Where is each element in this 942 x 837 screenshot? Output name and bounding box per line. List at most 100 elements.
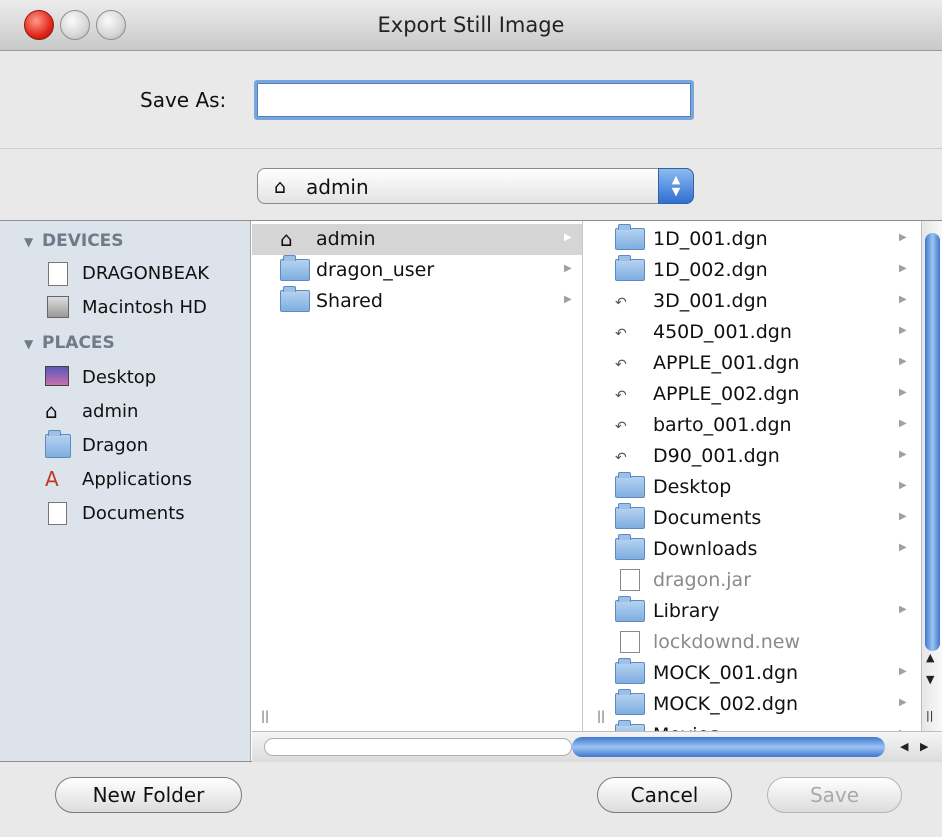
chevron-right-icon: ▶: [899, 604, 907, 615]
chevron-right-icon: ▶: [899, 480, 907, 491]
alias-icon: ↶: [615, 450, 627, 466]
devices-header[interactable]: ▼ DEVICES: [24, 231, 124, 251]
sidebar-item-label: Applications: [82, 469, 192, 490]
list-item[interactable]: ↶ 450D_001.dgn ▶: [583, 317, 921, 348]
chevron-right-icon: ▶: [899, 511, 907, 522]
scroll-right-arrow-icon[interactable]: ▶: [920, 740, 928, 753]
chevron-right-icon: ▶: [899, 449, 907, 460]
chevron-right-icon: ▶: [899, 232, 907, 243]
column-resize-handle[interactable]: ||: [926, 709, 933, 722]
list-item[interactable]: dragon.jar: [583, 565, 921, 596]
list-item-label: Library: [653, 600, 720, 622]
chevron-right-icon: ▶: [899, 542, 907, 553]
scroll-left-arrow-icon[interactable]: ◀: [900, 740, 908, 753]
documents-icon: [45, 502, 71, 526]
chevron-right-icon: ▶: [899, 418, 907, 429]
sidebar-item-label: Documents: [82, 503, 185, 524]
column-home: ⌂ admin ▶ dragon_user ▶ Shared ▶: [252, 221, 583, 731]
disclosure-triangle-icon: ▼: [24, 235, 34, 249]
chevron-right-icon: ▶: [564, 232, 572, 243]
list-item[interactable]: dragon_user ▶: [252, 255, 582, 286]
list-item-label: admin: [316, 228, 376, 250]
folder-icon: [615, 689, 645, 715]
title-bar[interactable]: Export Still Image: [0, 0, 942, 51]
alias-icon: ↶: [615, 388, 627, 404]
alias-icon: ↶: [615, 419, 627, 435]
list-item[interactable]: Shared ▶: [252, 286, 582, 317]
column-admin: 1D_001.dgn ▶ 1D_002.dgn ▶ ↶ 3D_001.dgn ▶ ↶ 450D_…: [583, 221, 921, 731]
documents-folder-icon: [615, 503, 645, 529]
list-item[interactable]: 1D_001.dgn ▶: [583, 224, 921, 255]
home-icon: ⌂: [45, 399, 58, 423]
cancel-button[interactable]: Cancel: [597, 777, 732, 813]
list-item[interactable]: 1D_002.dgn ▶: [583, 255, 921, 286]
list-item-label: 1D_001.dgn: [653, 228, 768, 250]
alias-icon: ↶: [615, 326, 627, 342]
list-item[interactable]: ↶ APPLE_002.dgn ▶: [583, 379, 921, 410]
list-item[interactable]: ↶ barto_001.dgn ▶: [583, 410, 921, 441]
column-resize-handle[interactable]: ||: [597, 709, 605, 723]
column-resize-handle[interactable]: ||: [261, 709, 269, 723]
disclosure-triangle-icon: ▼: [24, 337, 34, 351]
library-folder-icon: [615, 596, 645, 622]
chevron-right-icon: ▶: [564, 294, 572, 305]
list-item[interactable]: ↶ APPLE_001.dgn ▶: [583, 348, 921, 379]
list-item-label: Documents: [653, 507, 762, 529]
movies-folder-icon: [615, 720, 645, 731]
list-item-label: Movies: [653, 724, 719, 731]
folder-icon: [615, 255, 645, 281]
horizontal-scroll-thumb[interactable]: [572, 737, 885, 757]
removable-disk-icon: [45, 262, 71, 286]
list-item-label: 3D_001.dgn: [653, 290, 768, 312]
folder-icon: [280, 255, 310, 281]
location-label: admin: [306, 175, 369, 199]
desktop-folder-icon: [615, 472, 645, 498]
list-item-label: APPLE_002.dgn: [653, 383, 800, 405]
location-popup[interactable]: ⌂ admin ▲ ▼: [257, 168, 694, 204]
vertical-scroll-thumb[interactable]: [925, 233, 940, 651]
save-button[interactable]: Save: [767, 777, 902, 813]
save-as-input[interactable]: [254, 80, 694, 120]
list-item[interactable]: ↶ D90_001.dgn ▶: [583, 441, 921, 472]
list-item[interactable]: Documents ▶: [583, 503, 921, 534]
list-item[interactable]: lockdownd.new: [583, 627, 921, 658]
list-item[interactable]: Library ▶: [583, 596, 921, 627]
list-item-label: 1D_002.dgn: [653, 259, 768, 281]
list-item[interactable]: MOCK_002.dgn ▶: [583, 689, 921, 720]
list-item-label: Shared: [316, 290, 383, 312]
list-item-label: barto_001.dgn: [653, 414, 792, 436]
list-item[interactable]: ⌂ admin ▶: [252, 224, 582, 255]
scroll-down-arrow-icon[interactable]: ▼: [926, 673, 934, 686]
applications-icon: A: [45, 467, 59, 491]
sidebar-item-label: Desktop: [82, 367, 157, 388]
list-item-label: MOCK_002.dgn: [653, 693, 799, 715]
chevron-right-icon: ▶: [899, 325, 907, 336]
sidebar-item-label: Dragon: [82, 435, 149, 456]
save-as-label: Save As:: [140, 88, 227, 112]
horizontal-scrollbar[interactable]: ◀ ▶: [252, 731, 942, 762]
list-item[interactable]: Movies▶: [583, 720, 921, 731]
chevron-right-icon: ▶: [899, 356, 907, 367]
window-title: Export Still Image: [377, 13, 565, 37]
list-item[interactable]: Desktop ▶: [583, 472, 921, 503]
new-folder-button[interactable]: New Folder: [55, 777, 242, 813]
popup-arrows-icon: ▲ ▼: [658, 168, 694, 204]
list-item-label: APPLE_001.dgn: [653, 352, 800, 374]
list-item[interactable]: ↶ 3D_001.dgn ▶: [583, 286, 921, 317]
list-item-label: MOCK_001.dgn: [653, 662, 799, 684]
alias-icon: ↶: [615, 295, 627, 311]
vertical-scrollbar[interactable]: ▲ ▼ ||: [921, 221, 942, 731]
list-item-label: lockdownd.new: [653, 631, 800, 653]
separator: [0, 148, 942, 149]
places-header[interactable]: ▼ PLACES: [24, 333, 115, 353]
scroll-track: [264, 738, 572, 756]
scroll-up-arrow-icon[interactable]: ▲: [926, 651, 934, 664]
list-item[interactable]: MOCK_001.dgn ▶: [583, 658, 921, 689]
list-item-label: 450D_001.dgn: [653, 321, 792, 343]
file-browser: ▼ DEVICES ▼ PLACES DRAGONBEAK Macintosh HD D…: [0, 220, 942, 762]
list-item-label: D90_001.dgn: [653, 445, 780, 467]
list-item[interactable]: Downloads ▶: [583, 534, 921, 565]
list-item-label: Desktop: [653, 476, 732, 498]
folder-icon: [615, 224, 645, 250]
downloads-folder-icon: [615, 534, 645, 560]
